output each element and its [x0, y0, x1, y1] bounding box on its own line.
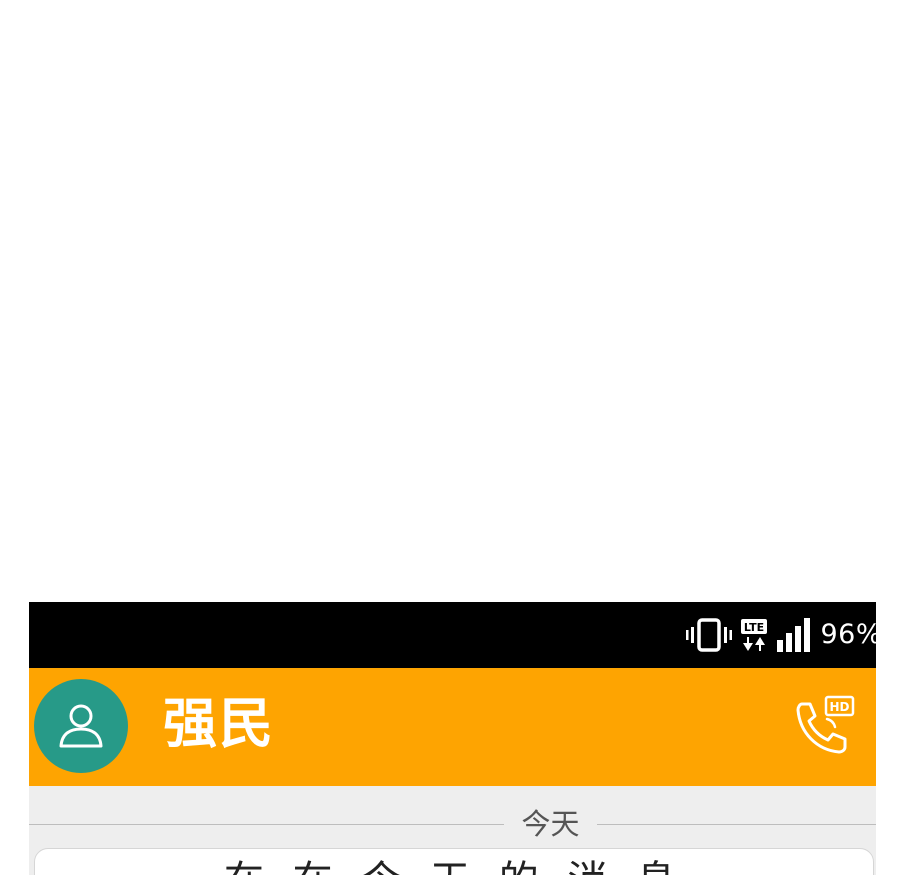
vibrate-icon [686, 618, 733, 652]
date-separator-label: 今天 [521, 807, 580, 841]
contact-name: 强民 [163, 692, 275, 755]
phone-screen: LTE 96% 强民 HD 今天 [29, 602, 876, 875]
contact-avatar[interactable] [34, 679, 128, 773]
separator-line-left [29, 824, 504, 825]
hd-call-button[interactable]: HD [794, 694, 856, 756]
date-separator: 今天 [29, 802, 876, 846]
message-text: 在 在 今 天 的 消 息 [35, 857, 873, 875]
person-icon [59, 704, 103, 748]
lte-label: LTE [744, 621, 764, 634]
battery-percent: 96% [820, 619, 876, 650]
signal-icon [776, 618, 812, 652]
lte-data-icon: LTE [740, 618, 768, 652]
status-icons: LTE 96% [686, 617, 876, 653]
app-bar: 强民 HD [29, 668, 876, 786]
separator-line-right [597, 824, 876, 825]
hd-phone-icon: HD [796, 695, 855, 754]
status-bar: LTE 96% [29, 602, 876, 668]
hd-badge: HD [829, 700, 849, 714]
message-bubble[interactable]: 在 在 今 天 的 消 息 [34, 848, 874, 875]
conversation-area[interactable]: 今天 在 在 今 天 的 消 息 [29, 786, 876, 875]
